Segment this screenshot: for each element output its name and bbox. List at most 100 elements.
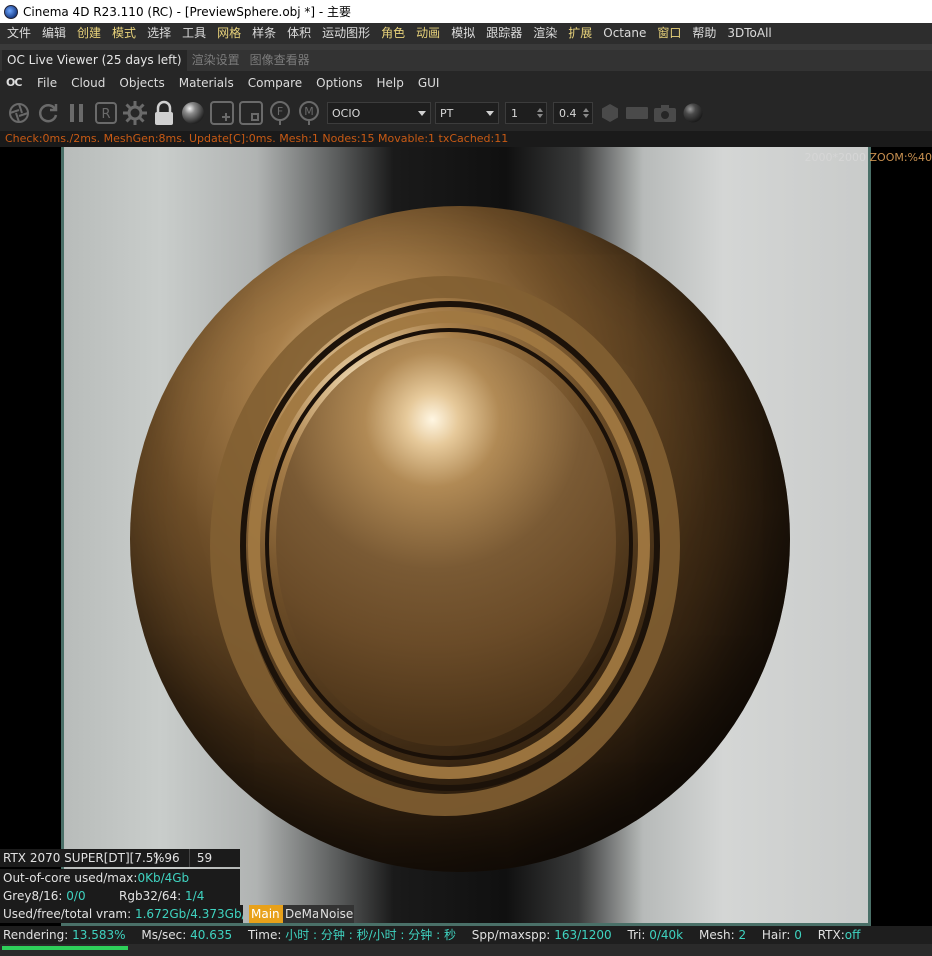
menu-item-15[interactable]: 扩展 (564, 23, 599, 44)
spp-label: Spp/maxspp: (471, 928, 551, 942)
menu-item-12[interactable]: 模拟 (447, 23, 482, 44)
menu-item-18[interactable]: 帮助 (688, 23, 723, 44)
pass-button-2[interactable]: Noise (318, 905, 354, 923)
stepper-arrows-icon[interactable] (583, 108, 589, 118)
out-of-core-label: Out-of-core used/max: (3, 871, 138, 885)
svg-text:M: M (304, 105, 314, 118)
svg-text:F: F (276, 105, 282, 118)
value1-text: 1 (511, 106, 518, 120)
window-titlebar: Cinema 4D R23.110 (RC) - [PreviewSphere.… (0, 0, 932, 23)
material-picker-icon[interactable]: M (294, 98, 323, 128)
menu-item-5[interactable]: 工具 (178, 23, 213, 44)
rendering-label: Rendering: (3, 928, 69, 942)
refresh-icon[interactable] (33, 98, 62, 128)
render-status-bar: Rendering: 13.583% Ms/sec: 40.635 Time: … (0, 926, 932, 944)
pass-button-0[interactable]: Main (249, 905, 283, 923)
spp-value: 163/1200 (554, 928, 612, 942)
camera-icon[interactable] (651, 98, 679, 128)
menu-item-17[interactable]: 窗口 (653, 23, 688, 44)
value2-stepper[interactable]: 0.4 (553, 102, 593, 124)
region-render-icon[interactable]: R (91, 98, 120, 128)
menu-item-4[interactable]: 选择 (143, 23, 178, 44)
hair-value: 0 (794, 928, 802, 942)
add-object-icon[interactable] (207, 98, 236, 128)
hexagon-icon[interactable] (597, 98, 623, 128)
grey-label: Grey8/16: (3, 889, 63, 903)
tri-label: Tri: (627, 928, 646, 942)
rgb-value: 1/4 (185, 889, 205, 903)
mssec-label: Ms/sec: (141, 928, 187, 942)
viewer-menu-item-4[interactable]: Compare (241, 76, 309, 90)
viewer-menu-item-1[interactable]: Cloud (64, 76, 112, 90)
window-title: Cinema 4D R23.110 (RC) - [PreviewSphere.… (23, 5, 352, 19)
menu-item-11[interactable]: 动画 (412, 23, 447, 44)
menu-item-0[interactable]: 文件 (3, 23, 38, 44)
tab-0[interactable]: OC Live Viewer (25 days left) (2, 50, 187, 71)
viewer-toolbar: R F M OCIO PT 1 0.4 (0, 95, 932, 131)
sphere-material-icon[interactable] (178, 98, 207, 128)
tab-1[interactable]: 渲染设置 (187, 50, 245, 71)
focus-picker-icon[interactable]: F (265, 98, 294, 128)
pause-icon[interactable] (62, 98, 91, 128)
grey-value: 0/0 (66, 889, 86, 903)
film-icon[interactable] (623, 98, 651, 128)
menu-item-6[interactable]: 网格 (213, 23, 248, 44)
menu-item-7[interactable]: 样条 (248, 23, 283, 44)
menu-item-14[interactable]: 渲染 (529, 23, 564, 44)
gpu-usage: %96 (153, 851, 180, 865)
viewer-menu-item-0[interactable]: File (30, 76, 64, 90)
object-icon[interactable] (236, 98, 265, 128)
lock-icon[interactable] (149, 98, 178, 128)
time-label: Time: (247, 928, 282, 942)
menu-item-2[interactable]: 创建 (73, 23, 108, 44)
pass-button-1[interactable]: DeMain (283, 905, 318, 923)
menu-item-1[interactable]: 编辑 (38, 23, 73, 44)
rtx-value: off (844, 928, 861, 942)
viewer-menu-item-3[interactable]: Materials (172, 76, 241, 90)
viewer-menu-item-2[interactable]: Objects (112, 76, 171, 90)
stepper-arrows-icon[interactable] (537, 108, 543, 118)
resolution-value: 2000*2000 (804, 151, 867, 164)
render-image[interactable] (61, 147, 871, 926)
sphere-cap (276, 338, 616, 746)
value1-stepper[interactable]: 1 (505, 102, 547, 124)
viewer-menu-item-6[interactable]: Help (369, 76, 410, 90)
menu-item-16[interactable]: Octane (599, 23, 653, 44)
aperture-icon[interactable] (4, 98, 33, 128)
chevron-down-icon (418, 110, 426, 116)
vram-info: Used/free/total vram: 1.672Gb/4.373Gb/8G… (0, 905, 243, 923)
value2-text: 0.4 (559, 106, 577, 120)
color-space-value: OCIO (332, 106, 361, 120)
menu-item-3[interactable]: 模式 (108, 23, 143, 44)
menu-item-10[interactable]: 角色 (377, 23, 412, 44)
viewer-menu-item-7[interactable]: GUI (411, 76, 447, 90)
octane-logo-icon: OC (6, 76, 22, 89)
viewer-menubar: OC File Cloud Objects Materials Compare Optio… (0, 71, 932, 95)
gpu-temp: 59 (189, 849, 219, 867)
out-of-core-info: Out-of-core used/max:0Kb/4Gb (0, 869, 240, 887)
vram-label: Used/free/total vram: (3, 907, 132, 921)
kernel-select[interactable]: PT (435, 102, 499, 124)
preview-sphere (130, 206, 790, 872)
gpu-info: RTX 2070 SUPER[DT][7.5]%96 59 (0, 849, 240, 867)
viewer-menu-item-5[interactable]: Options (309, 76, 369, 90)
out-of-core-value: 0Kb/4Gb (137, 871, 190, 885)
render-viewport[interactable]: 2000*2000 ZOOM:%40 RTX 2070 SUPER[DT][7.… (0, 147, 932, 926)
tab-2[interactable]: 图像查看器 (245, 50, 315, 71)
render-progress-bar (2, 946, 129, 950)
main-menubar: 文件 编辑 创建 模式 选择 工具 网格 样条 体积 运动图形 角色 动画 模拟 跟踪器 渲染 扩展 Octan… (0, 23, 932, 44)
time-value: 小时 : 分钟 : 秒/小时 : 分钟 : 秒 (285, 928, 456, 942)
menu-item-19[interactable]: 3DToAll (723, 23, 778, 44)
tri-value: 0/40k (649, 928, 684, 942)
sphere-icon[interactable] (679, 98, 707, 128)
color-space-select[interactable]: OCIO (327, 102, 431, 124)
menu-item-13[interactable]: 跟踪器 (482, 23, 529, 44)
mesh-label: Mesh: (698, 928, 735, 942)
gear-icon[interactable] (120, 98, 149, 128)
menu-item-8[interactable]: 体积 (283, 23, 318, 44)
svg-text:R: R (101, 107, 110, 122)
menu-item-9[interactable]: 运动图形 (318, 23, 377, 44)
mssec-value: 40.635 (190, 928, 233, 942)
kernel-value: PT (440, 106, 454, 120)
rtx-label: RTX: (817, 928, 845, 942)
